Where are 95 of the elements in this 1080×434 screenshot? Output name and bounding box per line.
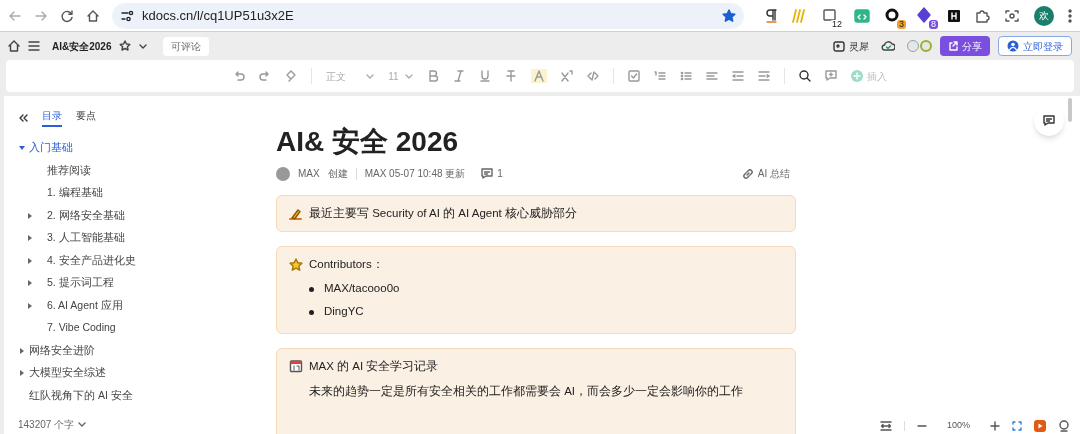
plus-circle-icon (850, 70, 863, 82)
badge: 3 (897, 19, 906, 29)
comment-icon (481, 167, 494, 180)
strikethrough-icon[interactable] (504, 70, 517, 82)
callout-title: Contributors： (309, 257, 384, 273)
outline-item[interactable]: 红队视角下的 AI 安全 (29, 387, 133, 404)
lingxi-button[interactable]: 灵犀 (833, 38, 869, 54)
caret-icon (78, 420, 87, 428)
undo-icon[interactable] (233, 70, 246, 82)
caret-icon (366, 72, 375, 80)
bullet-item: MAX/tacooo0o (324, 281, 400, 297)
scrollbar-thumb[interactable] (1068, 98, 1072, 122)
text-color-icon[interactable] (530, 69, 547, 83)
cloud-check-icon[interactable] (881, 40, 895, 52)
collapsed-triangle-icon[interactable] (26, 234, 34, 243)
outline-tab[interactable]: 目录 (42, 108, 62, 127)
author-avatar (276, 166, 290, 181)
outline-item[interactable]: 1. 编程基础 (47, 185, 103, 202)
share-button[interactable]: 分享 (940, 36, 990, 56)
site-settings-icon[interactable] (120, 8, 134, 23)
bullet-item: DingYC (324, 304, 364, 320)
callout-body: 未来的趋势一定是所有安全相关的工作都需要会 AI，而会多少一定会影响你的工作 (308, 383, 745, 399)
ai-image-icon (833, 40, 845, 52)
outline-item[interactable]: 6. AI Agent 应用 (47, 297, 123, 314)
menu-icon[interactable] (28, 40, 40, 52)
star-icon (289, 257, 303, 272)
outline-item[interactable]: 5. 提示词工程 (47, 275, 114, 292)
link-icon (741, 167, 754, 180)
permission-badge: 可评论 (163, 36, 210, 56)
ai-summary-button[interactable]: AI 总结 (741, 166, 790, 181)
outline-item[interactable]: 推荐阅读 (47, 162, 91, 179)
reload-icon[interactable] (60, 8, 74, 23)
outline-item[interactable]: 7. Vibe Coding (47, 320, 116, 337)
comment-icon[interactable] (824, 70, 837, 82)
login-button[interactable]: 立即登录 (998, 36, 1072, 56)
redo-icon[interactable] (259, 70, 272, 82)
collapsed-triangle-icon[interactable] (26, 279, 34, 288)
checkbox-icon[interactable] (627, 70, 640, 82)
home-icon[interactable] (8, 40, 20, 52)
collapsed-triangle-icon[interactable] (26, 211, 34, 220)
comments-button[interactable] (1034, 106, 1064, 136)
badge: 8 (929, 19, 938, 29)
zoom-level: 100% (945, 419, 971, 433)
more-icon[interactable] (1068, 8, 1072, 23)
puzzle-icon[interactable] (974, 7, 990, 24)
collapsed-triangle-icon[interactable] (18, 346, 26, 355)
square-logo-icon[interactable] (948, 9, 960, 22)
code-icon[interactable] (586, 70, 599, 82)
collapsed-triangle-icon[interactable] (26, 256, 34, 265)
play-icon[interactable] (1034, 420, 1046, 432)
diamond-icon[interactable] (916, 6, 932, 23)
pilcrow-icon[interactable] (764, 7, 778, 24)
search-icon[interactable] (798, 70, 811, 82)
profile-avatar[interactable]: 欢 (1034, 5, 1054, 26)
outline-item[interactable]: 2. 网络安全基础 (47, 207, 125, 224)
badge: 12 (830, 19, 844, 29)
caret-icon (404, 72, 413, 80)
bullet-list-icon[interactable] (679, 70, 692, 82)
star-icon[interactable] (119, 40, 132, 52)
user-icon (1007, 40, 1019, 52)
collapsed-triangle-icon[interactable] (18, 369, 26, 378)
collapsed-triangle-icon[interactable] (26, 301, 34, 310)
star-icon[interactable] (722, 8, 736, 23)
author-name: MAX (298, 167, 320, 181)
comment-count[interactable]: 1 (481, 166, 503, 181)
outline-item[interactable]: 3. 人工智能基础 (47, 230, 125, 247)
callout-title: MAX 的 AI 安全学习记录 (309, 358, 439, 374)
caret-icon[interactable] (139, 42, 148, 50)
updated-info: MAX 05-07 10:48 更新 (364, 167, 466, 181)
created-label: 创建 (327, 167, 348, 181)
url-text: kdocs.cn/l/cq1UP51u3x2E (142, 6, 295, 25)
callout-title: 最近主要写 Security of AI 的 AI Agent 核心威胁部分 (309, 206, 577, 221)
screenshot-icon[interactable] (1004, 7, 1020, 24)
outline-item[interactable]: 大模型安全综述 (29, 365, 106, 382)
home-icon[interactable] (86, 8, 100, 23)
share-icon (948, 41, 958, 51)
outline-tab[interactable]: 要点 (76, 108, 96, 127)
bold-icon[interactable] (426, 70, 439, 82)
page-width-icon[interactable] (879, 421, 892, 431)
document-title: AI&安全2026 (52, 39, 112, 54)
fullscreen-icon[interactable] (1012, 421, 1022, 431)
superscript-icon[interactable] (560, 70, 573, 82)
outline-item[interactable]: 4. 安全产品进化史 (47, 252, 136, 269)
address-bar[interactable]: kdocs.cn/l/cq1UP51u3x2E (112, 2, 744, 29)
outline-item[interactable]: 网络安全进阶 (29, 342, 95, 359)
comment-icon (1043, 115, 1055, 127)
word-count[interactable]: 143207 个字 (18, 416, 260, 432)
document-heading: AI& 安全 2026 (276, 125, 460, 159)
ring-icon[interactable] (884, 6, 900, 23)
zoom-in-icon[interactable] (990, 421, 1000, 431)
underline-icon[interactable] (478, 70, 491, 82)
italic-icon[interactable] (452, 70, 465, 82)
code-window-icon[interactable] (854, 8, 870, 23)
outline-item[interactable]: 入门基础 (29, 140, 73, 157)
collapse-icon[interactable] (18, 112, 28, 123)
